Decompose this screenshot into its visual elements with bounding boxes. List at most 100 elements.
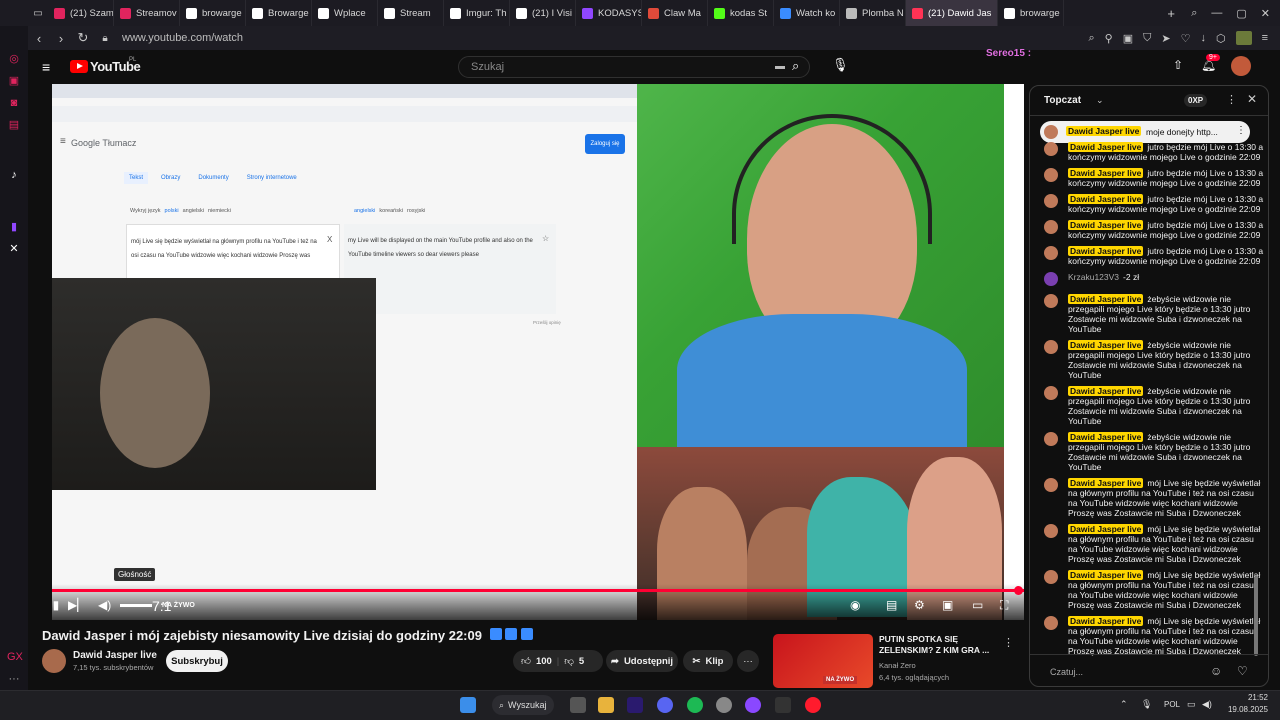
recommended-channel[interactable]: Kanał Zero	[879, 661, 916, 670]
clip-button[interactable]: ✂ Klip	[683, 650, 733, 672]
thumbs-up-icon[interactable]: 👍︎	[521, 655, 531, 667]
youtube-logo-icon[interactable]	[70, 60, 88, 73]
minimize-icon[interactable]: —	[1211, 7, 1222, 20]
recommended-thumbnail[interactable]: NA ŻYWO	[773, 634, 873, 688]
progress-bar[interactable]	[52, 589, 1024, 592]
heart-react-icon[interactable]: ♡	[1237, 664, 1248, 678]
premiere-icon[interactable]	[627, 697, 643, 713]
back-icon[interactable]: ‹	[28, 31, 50, 46]
chat-author[interactable]: Dawid Jasper live	[1068, 294, 1144, 304]
recommended-menu-icon[interactable]: ⋮	[1003, 636, 1014, 649]
chat-author[interactable]: Dawid Jasper live	[1068, 432, 1144, 442]
progress-scrubber[interactable]	[1014, 586, 1023, 595]
twitch-icon[interactable]: ▮	[7, 220, 21, 234]
new-tab-button[interactable]: +	[1161, 6, 1181, 21]
live-badge[interactable]: NA ŻYWO	[162, 602, 195, 609]
browser-tab[interactable]: (21) Dawid Jas	[906, 0, 998, 26]
url-field[interactable]: www.youtube.com/watch	[122, 32, 243, 44]
reload-icon[interactable]: ↻	[72, 30, 94, 46]
task-view-icon[interactable]	[570, 697, 586, 713]
tiktok-icon[interactable]: ♪	[7, 168, 21, 182]
chat-message[interactable]: Dawid Jasper live mój Live się będzie wyś…	[1040, 570, 1262, 610]
chat-author[interactable]: Dawid Jasper live	[1068, 142, 1144, 152]
pin-icon[interactable]: ⚲	[1105, 32, 1113, 45]
chat-author[interactable]: Dawid Jasper live	[1068, 168, 1144, 178]
browser-tab[interactable]: Streamov	[114, 0, 180, 26]
theater-mode-icon[interactable]: ▭	[972, 598, 983, 612]
chat-menu-icon[interactable]: ⋮	[1226, 93, 1237, 106]
windows-start-icon[interactable]	[460, 697, 476, 713]
app-icon[interactable]	[745, 697, 761, 713]
chevron-down-icon[interactable]: ⌄	[1096, 95, 1104, 106]
chat-message[interactable]: Dawid Jasper live mój Live się będzie wyś…	[1040, 478, 1262, 518]
more-actions-button[interactable]: ···	[737, 650, 759, 672]
obs-icon[interactable]	[716, 697, 732, 713]
x-twitter-icon[interactable]: ✕	[7, 242, 21, 256]
thumbs-down-icon[interactable]: 👎︎	[564, 655, 574, 667]
chat-message[interactable]: Dawid Jasper live żebyście widzowie nie p…	[1040, 386, 1262, 426]
chat-mode-dropdown[interactable]: Topczat	[1044, 95, 1081, 106]
network-icon[interactable]: ▭	[1187, 699, 1196, 710]
browser-tab[interactable]: Stream	[378, 0, 444, 26]
file-explorer-icon[interactable]	[598, 697, 614, 713]
shopping-icon[interactable]: ▣	[7, 74, 21, 88]
recommended-title[interactable]: PUTIN SPOTKA SIĘ ZELENSKIM? Z KIM GRA ..…	[879, 634, 999, 656]
chat-message[interactable]: Dawid Jasper live mój Live się będzie wyś…	[1040, 524, 1262, 564]
browser-tab[interactable]: Browarge	[246, 0, 312, 26]
pause-icon[interactable]: ▮▮	[52, 598, 59, 612]
chat-author[interactable]: Dawid Jasper live	[1068, 478, 1144, 488]
search-icon[interactable]: ⌕	[792, 58, 799, 74]
instagram-icon[interactable]: ◙	[7, 96, 21, 110]
miniplayer-icon[interactable]: ▣	[942, 598, 953, 612]
tab-search-icon[interactable]: ⌕	[1191, 7, 1197, 20]
maximize-icon[interactable]: ▢	[1236, 7, 1246, 20]
tray-mic-icon[interactable]: 🎙︎	[1141, 699, 1152, 710]
chat-message[interactable]: Dawid Jasper live jutro będzie mój Live o…	[1040, 194, 1263, 214]
chat-author[interactable]: Dawid Jasper live	[1068, 246, 1144, 256]
gx-icon[interactable]: GX	[7, 650, 23, 664]
chat-author[interactable]: Krzaku123V3	[1068, 272, 1119, 282]
browser-tab[interactable]: Claw Ma	[642, 0, 708, 26]
menu-icon[interactable]: ≡	[1262, 32, 1268, 44]
dislike-count[interactable]: 5	[579, 656, 584, 667]
hamburger-menu-icon[interactable]: ≡	[42, 59, 50, 75]
account-avatar[interactable]	[1231, 56, 1251, 76]
capcut-icon[interactable]	[775, 697, 791, 713]
browser-tab[interactable]: (21) Szam	[48, 0, 114, 26]
profile-avatar[interactable]	[1235, 31, 1252, 45]
more-icon[interactable]: ···	[7, 672, 21, 686]
browser-tab[interactable]: kodas St	[708, 0, 774, 26]
close-window-icon[interactable]: ✕	[1261, 7, 1270, 20]
spotify-icon[interactable]	[687, 697, 703, 713]
pinned-menu-icon[interactable]: ⋮	[1236, 125, 1246, 136]
close-chat-icon[interactable]: ✕	[1247, 92, 1257, 106]
messenger-icon[interactable]: ▤	[7, 118, 21, 132]
share-button[interactable]: ➦ Udostępnij	[606, 650, 678, 672]
chat-author[interactable]: Dawid Jasper live	[1068, 616, 1144, 626]
browser-tab[interactable]: Plomba N	[840, 0, 906, 26]
next-icon[interactable]: ▶▏	[68, 598, 86, 612]
taskbar-search[interactable]: ⌕ Wyszukaj	[492, 695, 554, 715]
chat-message[interactable]: Dawid Jasper live żebyście widzowie nie p…	[1040, 294, 1262, 334]
points-badge[interactable]: 0XP	[1184, 94, 1208, 107]
chat-input[interactable]: Czatuj...	[1050, 667, 1083, 677]
chat-message[interactable]: Dawid Jasper live jutro będzie mój Live o…	[1040, 142, 1263, 162]
volume-icon[interactable]: ◀︎)	[98, 598, 111, 612]
chat-author[interactable]: Dawid Jasper live	[1068, 220, 1144, 230]
fullscreen-icon[interactable]: ⛶	[1000, 598, 1008, 613]
send-icon[interactable]: ➤	[1161, 32, 1170, 45]
channel-avatar[interactable]	[42, 649, 66, 673]
emoji-icon[interactable]: ☺	[1210, 664, 1222, 678]
chat-message[interactable]: Dawid Jasper live żebyście widzowie nie p…	[1040, 340, 1262, 380]
autoplay-toggle[interactable]: ◉	[850, 598, 860, 612]
chat-message[interactable]: Dawid Jasper live jutro będzie mój Live o…	[1040, 220, 1263, 240]
speaker-icon[interactable]: ◀︎)	[1202, 699, 1212, 710]
tabs-menu-icon[interactable]: ▭	[28, 8, 48, 19]
like-count[interactable]: 100	[536, 656, 552, 667]
subtitles-icon[interactable]: ▤	[886, 598, 897, 612]
upload-icon[interactable]: ⇧	[1173, 58, 1183, 72]
chat-author[interactable]: Dawid Jasper live	[1068, 524, 1144, 534]
chat-message[interactable]: Dawid Jasper live mój Live się będzie wyś…	[1040, 616, 1262, 656]
chat-message[interactable]: Dawid Jasper live żebyście widzowie nie p…	[1040, 432, 1262, 472]
discord-icon[interactable]	[657, 697, 673, 713]
